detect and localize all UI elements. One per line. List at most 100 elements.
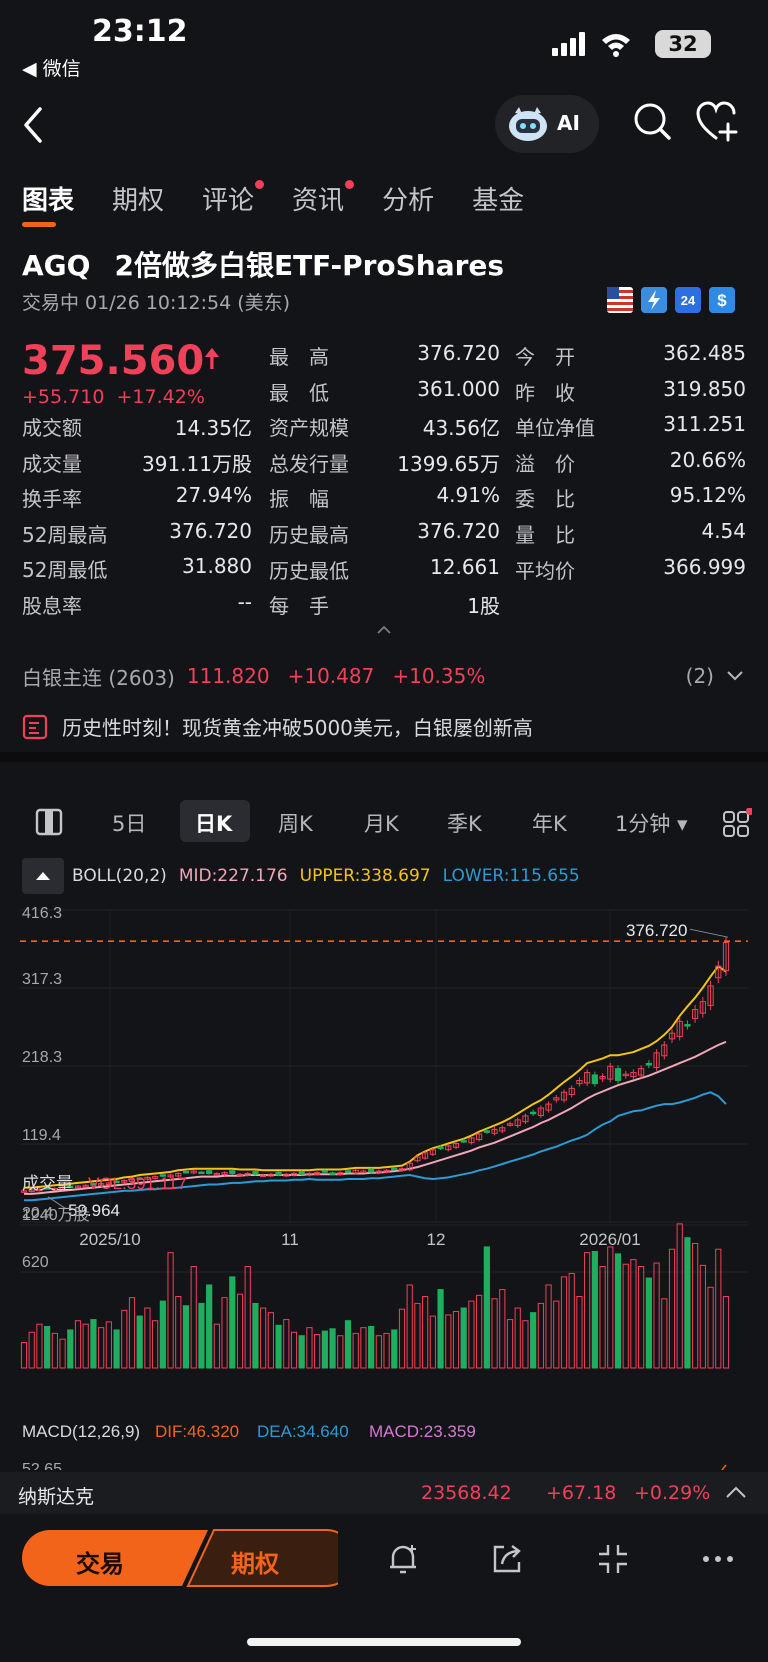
tab-fund[interactable]: 基金 <box>472 180 524 217</box>
volume-bar <box>105 1321 112 1369</box>
candle-body <box>368 1168 375 1173</box>
candle-body <box>645 1062 652 1066</box>
volume-bar <box>206 1284 213 1369</box>
tab-quarterly-k[interactable]: 季K <box>447 808 482 838</box>
volume-bar <box>260 1307 267 1369</box>
tab-comments[interactable]: 评论 <box>202 180 265 217</box>
tab-monthly-k[interactable]: 月K <box>364 808 399 838</box>
trade-button[interactable]: 交易 <box>76 1544 124 1579</box>
options-button[interactable]: 期权 <box>231 1544 279 1579</box>
volume-bar <box>190 1266 197 1369</box>
us-flag-icon <box>607 287 633 313</box>
tab-news[interactable]: 资讯 <box>292 180 355 217</box>
stat-label: 总发行量 <box>269 451 349 476</box>
stat-value: 43.56亿 <box>422 416 500 441</box>
share-icon[interactable] <box>490 1542 524 1576</box>
stat-label: 资产规模 <box>269 416 349 441</box>
candle-body <box>591 1074 598 1085</box>
volume-axis-label: 620 <box>22 1254 49 1271</box>
stat-label: 最 低 <box>269 380 329 405</box>
volume-bar <box>352 1332 359 1369</box>
volume-value: VOL:391.117 <box>88 1174 187 1193</box>
volume-bar <box>429 1315 436 1369</box>
volume-bar <box>121 1309 128 1369</box>
stat-value: 361.000 <box>417 376 500 401</box>
volume-bar <box>476 1294 483 1369</box>
back-arrow-icon[interactable] <box>20 105 46 145</box>
add-watchlist-heart-icon[interactable] <box>695 100 741 144</box>
volume-bar <box>360 1327 367 1369</box>
volume-bar <box>452 1310 460 1369</box>
marker-leader <box>689 928 729 938</box>
more-options-icon[interactable] <box>702 1554 734 1564</box>
volume-bar <box>36 1323 43 1369</box>
news-document-icon <box>22 714 48 739</box>
price-change: +55.710 +17.42% <box>22 386 205 408</box>
tab-1min[interactable]: 1分钟 ▾ <box>615 808 688 838</box>
volume-bar <box>275 1324 282 1369</box>
volume-bar <box>59 1338 66 1369</box>
volume-bar <box>584 1252 591 1369</box>
tab-yearly-k[interactable]: 年K <box>532 808 567 838</box>
volume-bar <box>661 1298 668 1369</box>
stat-value: 31.880 <box>182 554 252 579</box>
macd-line <box>721 1464 727 1470</box>
volume-bar <box>383 1332 390 1369</box>
home-indicator <box>247 1638 521 1646</box>
stat-label: 股息率 <box>22 594 82 618</box>
candle-body <box>391 1167 398 1171</box>
back-to-app-link[interactable]: ◀ 微信 <box>22 54 81 81</box>
tab-5day[interactable]: 5日 <box>112 808 146 838</box>
trade-options-buttons <box>22 1529 338 1587</box>
candle-body <box>298 1171 305 1175</box>
candle-body <box>182 1170 190 1174</box>
chevron-up-icon[interactable] <box>724 1485 748 1501</box>
alert-bell-icon[interactable] <box>386 1542 420 1576</box>
volume-bar <box>321 1330 328 1369</box>
futures-count: (2) <box>685 664 714 688</box>
volume-label: 成交量 <box>22 1174 73 1193</box>
market-badges: 24 $ <box>607 287 735 313</box>
collapse-indicator-button[interactable] <box>22 858 64 894</box>
index-ticker-bar[interactable]: 纳斯达克 23568.42 +67.18 +0.29% <box>0 1472 768 1514</box>
fullscreen-collapse-icon[interactable] <box>596 1542 630 1576</box>
volume-bar <box>74 1320 82 1369</box>
futures-change: +10.487 <box>287 664 375 688</box>
trade-status: 交易中 01/26 10:12:54 (美东) <box>22 292 291 314</box>
tab-daily-k[interactable]: 日K <box>195 808 232 838</box>
tab-chart[interactable]: 图表 <box>22 180 74 227</box>
related-futures-row[interactable]: 白银主连 (2603) 111.820 +10.487 +10.35% (2) <box>22 656 746 696</box>
volume-bar <box>406 1284 413 1369</box>
volume-bar <box>491 1298 498 1369</box>
top-nav: AI <box>0 90 768 160</box>
boll-label: BOLL(20,2) <box>72 866 167 886</box>
news-banner[interactable]: 历史性时刻！现货黄金冲破5000美元，白银屡创新高 <box>22 712 533 741</box>
search-icon[interactable] <box>633 102 673 142</box>
chevron-up-icon[interactable] <box>376 620 392 639</box>
volume-axis-label: 1240万股 <box>22 1206 90 1224</box>
stat-value: 14.35亿 <box>174 416 252 440</box>
volume-bar <box>198 1302 205 1369</box>
volume-bar <box>607 1246 614 1369</box>
tab-weekly-k[interactable]: 周K <box>278 808 313 838</box>
ai-assistant-button[interactable]: AI <box>495 95 599 153</box>
tab-options[interactable]: 期权 <box>112 180 164 217</box>
grid-menu-icon[interactable] <box>722 808 752 838</box>
signal-wifi-icons <box>552 32 630 57</box>
index-change: +67.18 <box>546 1482 617 1504</box>
layout-toggle-icon[interactable] <box>35 808 63 836</box>
kline-chart[interactable]: 416.3317.3218.3119.420.42025/10 11 12 2026/… <box>0 895 768 1470</box>
tab-analysis[interactable]: 分析 <box>382 180 434 217</box>
news-headline: 历史性时刻！现货黄金冲破5000美元，白银屡创新高 <box>62 716 533 740</box>
volume-bar <box>290 1331 298 1369</box>
volume-bar <box>506 1319 514 1369</box>
volume-bar <box>167 1252 174 1369</box>
volume-bar <box>44 1325 51 1369</box>
volume-bar <box>244 1266 251 1369</box>
volume-bar <box>460 1307 467 1369</box>
stat-label: 换手率 <box>22 487 82 512</box>
volume-bar <box>329 1328 336 1369</box>
volume-bar <box>67 1329 74 1369</box>
volume-bar <box>337 1335 344 1369</box>
volume-bar <box>684 1237 691 1369</box>
